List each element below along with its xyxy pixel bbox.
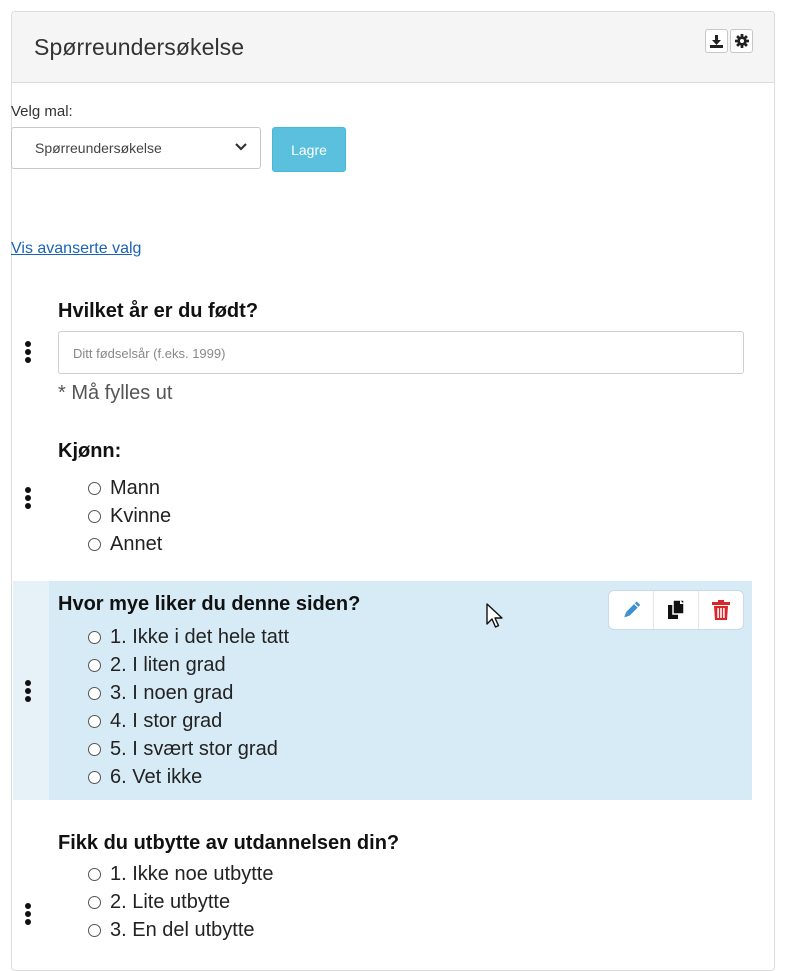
- question-rail: [13, 822, 49, 962]
- radio-option[interactable]: 6. Vet ikke: [88, 763, 289, 791]
- option-label: 1. Ikke i det hele tatt: [110, 625, 289, 648]
- radio-option[interactable]: 3. I noen grad: [88, 679, 289, 707]
- drag-handle-icon[interactable]: [24, 486, 32, 510]
- radio-button[interactable]: [88, 742, 101, 756]
- radio-button[interactable]: [88, 895, 101, 909]
- settings-button[interactable]: [730, 29, 753, 53]
- question-actions: [608, 590, 744, 630]
- radio-button[interactable]: [88, 867, 101, 881]
- mouse-cursor-icon: [486, 603, 503, 628]
- copy-button[interactable]: [653, 591, 698, 629]
- question-title: Kjønn:: [58, 440, 122, 462]
- question-gender: Kjønn: Mann Kvinne Annet: [13, 432, 752, 562]
- pencil-icon: [624, 601, 641, 618]
- gear-icon: [734, 34, 749, 48]
- radio-button[interactable]: [88, 481, 101, 495]
- question-birth-year: Hvilket år er du født? Ditt fødselsår (f…: [13, 290, 752, 420]
- option-label: 2. I liten grad: [110, 653, 226, 676]
- radio-option[interactable]: 1. Ikke noe utbytte: [88, 860, 273, 888]
- radio-button[interactable]: [88, 714, 101, 728]
- radio-button[interactable]: [88, 658, 101, 672]
- radio-option[interactable]: Mann: [88, 474, 171, 502]
- template-label: Velg mal:: [11, 103, 73, 120]
- radio-option[interactable]: 5. I svært stor grad: [88, 735, 289, 763]
- radio-option[interactable]: 2. I liten grad: [88, 651, 289, 679]
- question-title: Hvor mye liker du denne siden?: [58, 593, 361, 615]
- drag-handle-icon[interactable]: [24, 340, 32, 364]
- drag-handle-icon[interactable]: [24, 902, 32, 926]
- radio-option[interactable]: Kvinne: [88, 502, 171, 530]
- birth-year-placeholder: Ditt fødselsår (f.eks. 1999): [73, 346, 226, 361]
- question-title: Fikk du utbytte av utdannelsen din?: [58, 832, 400, 854]
- option-label: 3. En del utbytte: [110, 918, 255, 941]
- question-like-page[interactable]: Hvor mye liker du denne siden? 1. Ikke i…: [13, 581, 752, 800]
- birth-year-input[interactable]: Ditt fødselsår (f.eks. 1999): [58, 331, 744, 374]
- radio-option[interactable]: 1. Ikke i det hele tatt: [88, 623, 289, 651]
- radio-option[interactable]: 4. I stor grad: [88, 707, 289, 735]
- template-select-value: Spørreundersøkelse: [35, 140, 162, 156]
- option-label: 5. I svært stor grad: [110, 737, 278, 760]
- copy-icon: [668, 600, 685, 619]
- advanced-options-link[interactable]: Vis avanserte valg: [11, 240, 141, 258]
- drag-handle-icon[interactable]: [24, 679, 32, 703]
- option-label: 1. Ikke noe utbytte: [110, 862, 274, 885]
- radio-button[interactable]: [88, 537, 101, 551]
- edit-button[interactable]: [609, 591, 653, 629]
- radio-option[interactable]: 3. En del utbytte: [88, 916, 273, 944]
- option-label: Mann: [110, 476, 161, 499]
- panel-header: Spørreundersøkelse: [12, 12, 774, 83]
- trash-icon: [712, 600, 730, 620]
- radio-option[interactable]: Annet: [88, 530, 171, 558]
- question-title: Hvilket år er du født?: [58, 300, 259, 322]
- delete-button[interactable]: [698, 591, 743, 629]
- download-button[interactable]: [705, 29, 728, 53]
- template-select[interactable]: Spørreundersøkelse: [11, 127, 261, 169]
- option-label: 3. I noen grad: [110, 681, 234, 704]
- radio-option[interactable]: 2. Lite utbytte: [88, 888, 273, 916]
- question-education-benefit: Fikk du utbytte av utdannelsen din? 1. I…: [13, 822, 752, 962]
- option-label: Annet: [110, 532, 163, 555]
- radio-button[interactable]: [88, 509, 101, 523]
- option-label: Kvinne: [110, 504, 172, 527]
- radio-button[interactable]: [88, 923, 101, 937]
- required-note: * Må fylles ut: [58, 382, 173, 404]
- chevron-down-icon: [235, 143, 247, 151]
- option-label: 6. Vet ikke: [110, 765, 203, 788]
- radio-button[interactable]: [88, 686, 101, 700]
- panel-title: Spørreundersøkelse: [34, 34, 245, 60]
- option-label: 2. Lite utbytte: [110, 890, 231, 913]
- download-icon: [710, 34, 723, 48]
- save-button[interactable]: Lagre: [272, 127, 346, 172]
- option-label: 4. I stor grad: [110, 709, 223, 732]
- radio-button[interactable]: [88, 770, 101, 784]
- radio-button[interactable]: [88, 630, 101, 644]
